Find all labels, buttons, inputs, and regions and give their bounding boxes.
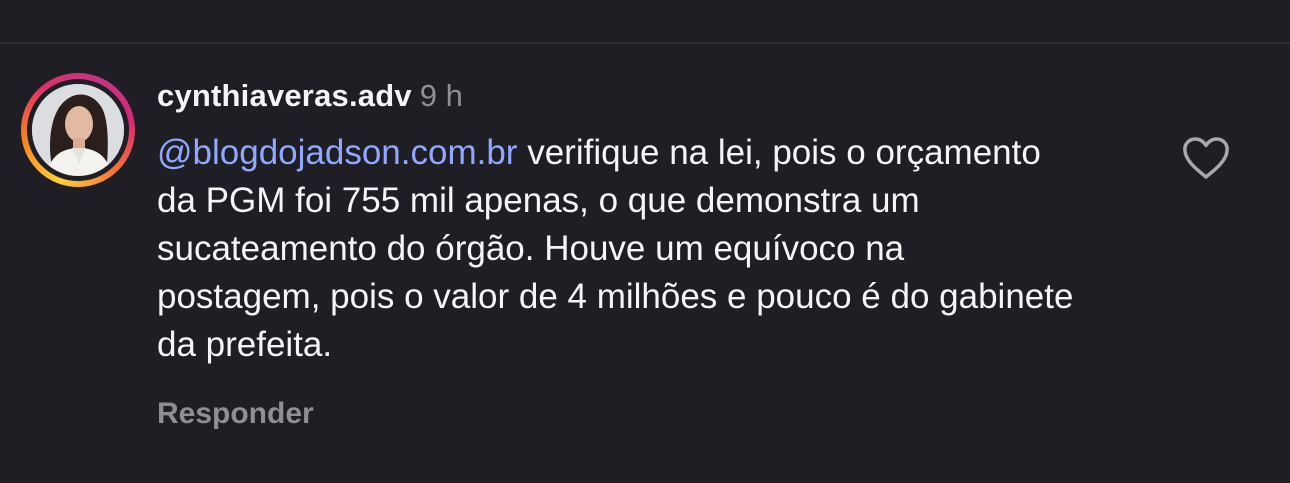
comment-header: cynthiaveras.adv 9 h — [157, 76, 1157, 116]
top-divider — [0, 42, 1290, 44]
reply-button[interactable]: Responder — [157, 394, 314, 434]
avatar-photo — [32, 84, 124, 176]
comment: cynthiaveras.adv 9 h @blogdojadson.com.br… — [157, 76, 1157, 369]
comment-text: @blogdojadson.com.br verifique na lei, p… — [157, 129, 1077, 369]
heart-outline-icon[interactable] — [1181, 135, 1231, 181]
story-ring[interactable] — [21, 73, 135, 187]
username-link[interactable]: cynthiaveras.adv — [157, 78, 412, 113]
mention-link[interactable]: @blogdojadson.com.br — [157, 133, 517, 172]
avatar[interactable] — [32, 84, 124, 176]
comment-time: 9 h — [419, 78, 463, 113]
